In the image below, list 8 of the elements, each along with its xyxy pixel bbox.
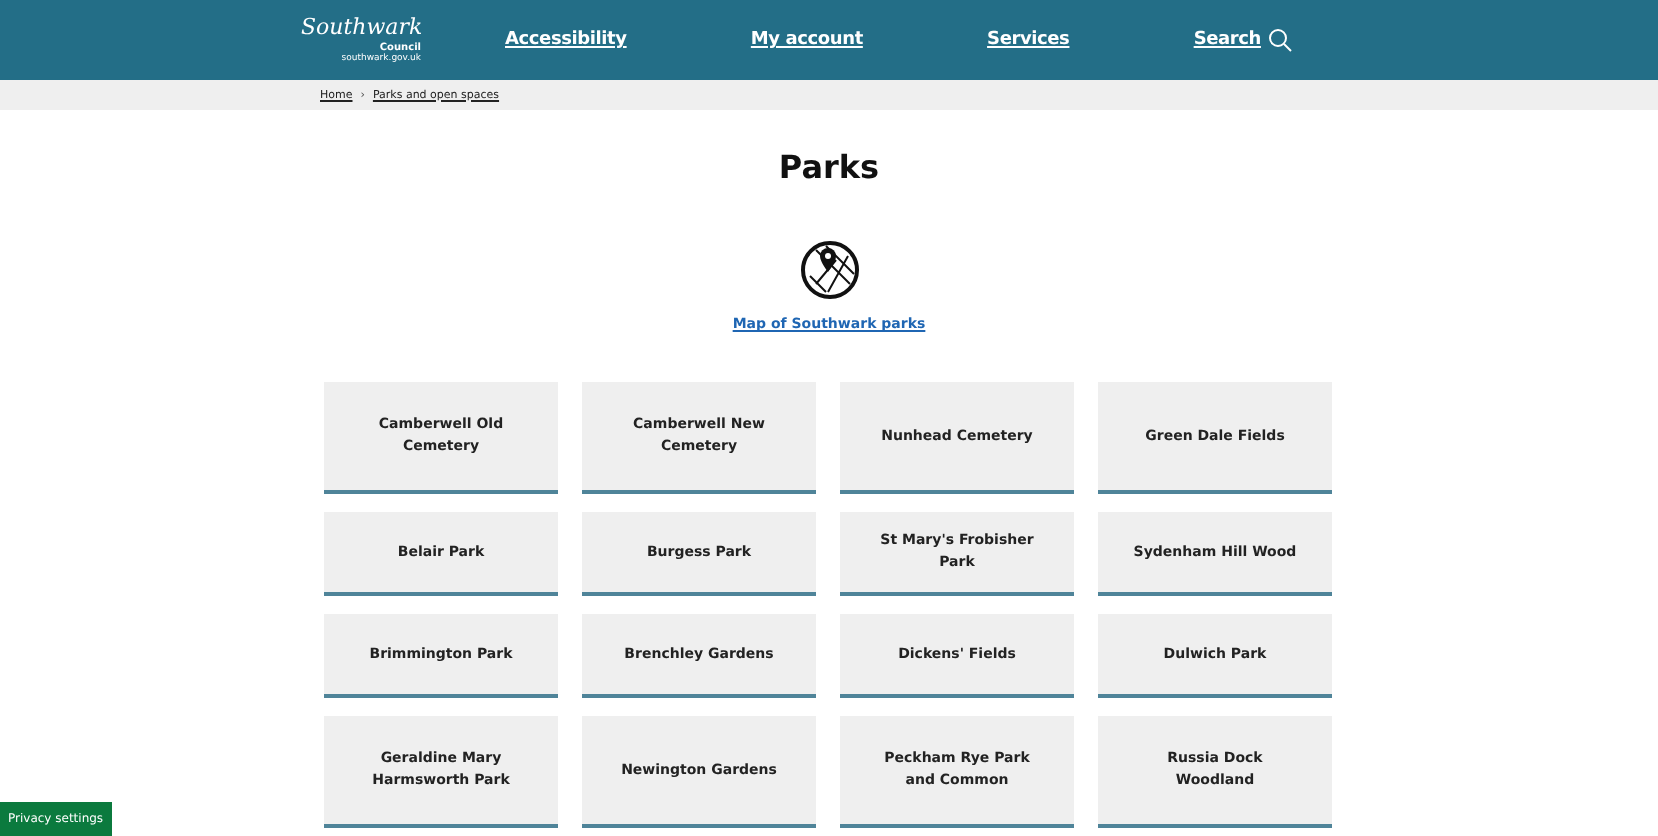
nav-link[interactable]: Services (987, 28, 1070, 52)
map-pin-icon (799, 240, 859, 300)
page-title: Parks (778, 146, 880, 190)
nav-link[interactable]: Accessibility (505, 28, 627, 52)
nav-link[interactable]: My account (750, 28, 863, 52)
search-link[interactable]: Search (1193, 28, 1293, 52)
search-icon (1268, 28, 1293, 52)
logo-wordmark: Southwark (301, 14, 425, 42)
